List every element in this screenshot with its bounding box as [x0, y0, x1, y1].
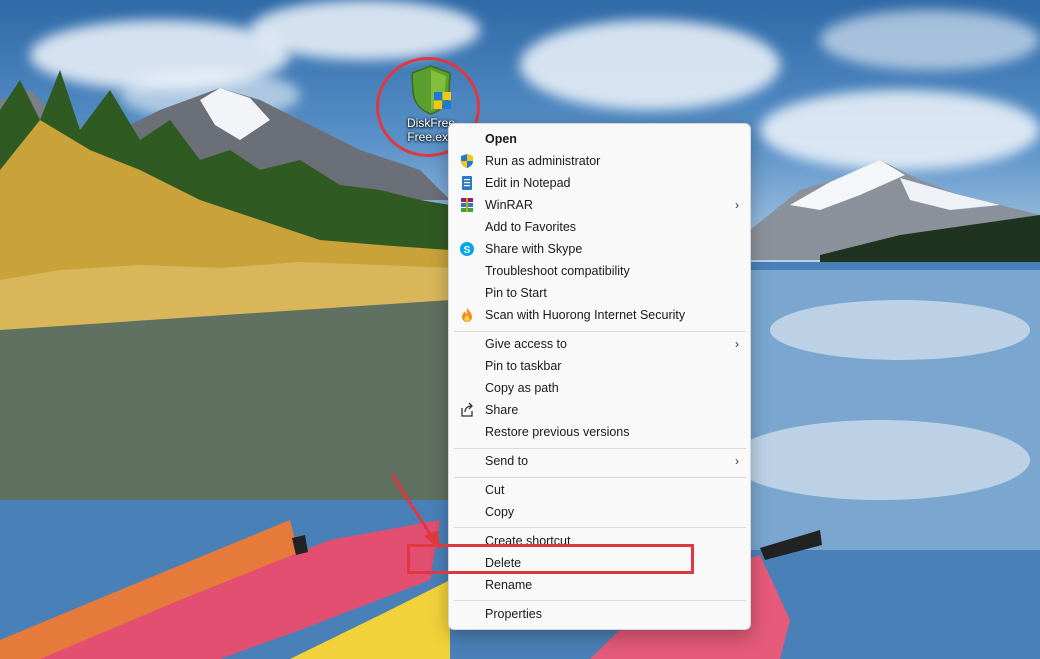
- menu-item-troubleshoot-compatibility[interactable]: Troubleshoot compatibility: [453, 260, 747, 282]
- menu-separator: [454, 477, 746, 478]
- menu-item-copy[interactable]: Copy: [453, 501, 747, 523]
- menu-separator: [454, 448, 746, 449]
- notepad-icon: [462, 176, 472, 190]
- menu-item-pin-to-start[interactable]: Pin to Start: [453, 282, 747, 304]
- menu-item-label: Give access to: [485, 337, 567, 351]
- menu-separator: [454, 527, 746, 528]
- menu-item-label: Add to Favorites: [485, 220, 577, 234]
- menu-item-label: Share: [485, 403, 519, 417]
- menu-item-label: Cut: [485, 483, 505, 497]
- menu-item-label: Send to: [485, 454, 529, 468]
- menu-item-label: Open: [485, 132, 517, 146]
- huorong-icon: [462, 308, 472, 322]
- chevron-right-icon: ›: [735, 198, 739, 212]
- menu-item-label: Edit in Notepad: [485, 176, 571, 190]
- chevron-right-icon: ›: [735, 337, 739, 351]
- menu-item-open[interactable]: Open: [453, 128, 747, 150]
- menu-item-properties[interactable]: Properties: [453, 603, 747, 625]
- menu-item-edit-in-notepad[interactable]: Edit in Notepad: [453, 172, 747, 194]
- menu-item-label: Pin to taskbar: [485, 359, 562, 373]
- menu-item-label: Pin to Start: [485, 286, 547, 300]
- menu-item-label: WinRAR: [485, 198, 533, 212]
- svg-text:S: S: [464, 245, 471, 256]
- menu-item-pin-to-taskbar[interactable]: Pin to taskbar: [453, 355, 747, 377]
- menu-item-give-access-to[interactable]: Give access to ›: [453, 333, 747, 355]
- menu-item-label: Properties: [485, 607, 542, 621]
- annotation-box: [407, 544, 694, 574]
- share-icon: [461, 402, 473, 417]
- chevron-right-icon: ›: [735, 454, 739, 468]
- winrar-icon: [461, 198, 473, 212]
- menu-item-scan-with-huorong[interactable]: Scan with Huorong Internet Security: [453, 304, 747, 326]
- menu-item-label: Scan with Huorong Internet Security: [485, 308, 686, 322]
- menu-item-copy-as-path[interactable]: Copy as path: [453, 377, 747, 399]
- menu-item-run-as-administrator[interactable]: Run as administrator: [453, 150, 747, 172]
- uac-shield-icon: [461, 154, 473, 168]
- menu-item-label: Copy: [485, 505, 515, 519]
- menu-item-label: Rename: [485, 578, 533, 592]
- menu-item-label: Run as administrator: [485, 154, 601, 168]
- menu-item-share-with-skype[interactable]: S Share with Skype: [453, 238, 747, 260]
- skype-icon: S: [460, 242, 474, 256]
- menu-item-label: Restore previous versions: [485, 425, 630, 439]
- menu-item-share[interactable]: Share: [453, 399, 747, 421]
- menu-item-label: Troubleshoot compatibility: [485, 264, 630, 278]
- menu-item-label: Share with Skype: [485, 242, 583, 256]
- menu-item-label: Copy as path: [485, 381, 559, 395]
- menu-item-cut[interactable]: Cut: [453, 479, 747, 501]
- menu-item-send-to[interactable]: Send to ›: [453, 450, 747, 472]
- menu-item-add-to-favorites[interactable]: Add to Favorites: [453, 216, 747, 238]
- menu-item-winrar[interactable]: WinRAR ›: [453, 194, 747, 216]
- menu-separator: [454, 331, 746, 332]
- menu-item-restore-previous-versions[interactable]: Restore previous versions: [453, 421, 747, 443]
- menu-separator: [454, 600, 746, 601]
- menu-item-rename[interactable]: Rename: [453, 574, 747, 596]
